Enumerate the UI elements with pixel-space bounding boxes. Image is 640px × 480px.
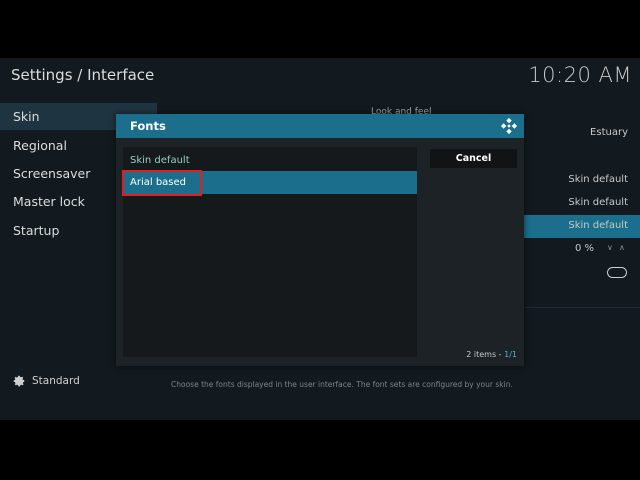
setting-value-row[interactable]: Skin default [568,197,628,208]
setting-value-skin[interactable]: Estuary [590,127,628,138]
item-count-label: 2 items - [466,350,505,359]
setting-value-fonts: Skin default [568,220,628,231]
clock: 10:20 AM [528,63,632,87]
selection-highlight [122,170,202,196]
dialog-title: Fonts [130,119,166,133]
kodi-logo-icon [500,117,518,135]
item-count: 2 items - 1/1 [466,350,517,359]
chevron-down-icon[interactable]: ∨ [607,243,613,252]
page-title: Settings / Interface [11,66,155,84]
chevron-up-icon[interactable]: ∧ [619,243,625,252]
list-item[interactable]: Skin default [123,149,417,172]
screen: Settings / Interface 10:20 AM Skin Regio… [0,0,640,480]
gear-icon [13,375,25,387]
setting-value-row[interactable]: Skin default [568,174,628,185]
setting-value-zoom: 0 % [574,243,594,254]
dialog-header: Fonts [116,114,524,138]
cancel-button[interactable]: Cancel [430,149,517,168]
settings-level-button[interactable]: Standard [12,374,80,388]
setting-description: Choose the fonts displayed in the user i… [171,380,513,389]
settings-level-label: Standard [32,375,80,387]
toggle-switch[interactable] [607,267,627,278]
fonts-dialog: Fonts Skin default Arial based Cancel 2 … [116,114,524,366]
page-indicator: 1/1 [504,350,517,359]
